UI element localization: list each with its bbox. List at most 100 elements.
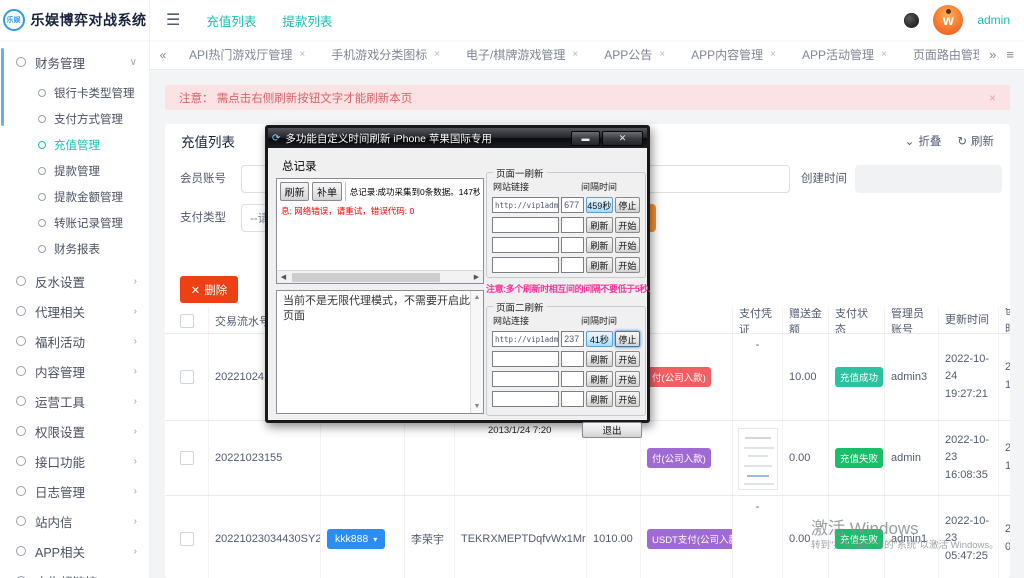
sidebar-group[interactable]: 代理相关 › (0, 296, 149, 326)
start-stop-button[interactable]: 开始 (615, 257, 640, 273)
sidebar-item[interactable]: 支付方式管理 (0, 106, 149, 132)
tab[interactable]: APP公告 × (591, 40, 678, 69)
interval-input[interactable] (561, 237, 584, 253)
voucher-thumbnail[interactable] (738, 428, 778, 490)
refresh-button[interactable]: ↻刷新 (957, 133, 994, 149)
url-input[interactable] (492, 391, 559, 407)
supplement-order-button[interactable]: 补单 (312, 182, 341, 201)
sidebar-item[interactable]: 充值管理 (0, 132, 149, 158)
interval-input[interactable] (561, 391, 584, 407)
tab[interactable]: APP活动管理 × (789, 40, 900, 69)
tab[interactable]: 页面路由管理 × (900, 40, 979, 69)
scrollbar-thumb[interactable] (292, 273, 440, 282)
countdown-refresh-button[interactable]: 刷新 (586, 217, 613, 233)
interval-input[interactable]: 237 (561, 331, 584, 347)
interval-input[interactable] (561, 371, 584, 387)
tab-close-icon[interactable]: × (659, 49, 665, 60)
sidebar-group[interactable]: 接口功能 › (0, 446, 149, 476)
start-stop-button[interactable]: 开始 (615, 217, 640, 233)
tab[interactable]: 手机游戏分类图标 × (318, 40, 453, 69)
row-checkbox[interactable] (180, 370, 194, 384)
sidebar-group[interactable]: 权限设置 › (0, 416, 149, 446)
avatar[interactable]: w (933, 5, 963, 35)
sidebar-item[interactable]: 提款金额管理 (0, 184, 149, 210)
sidebar-group[interactable]: 站内信 › (0, 506, 149, 536)
tab-close-icon[interactable]: × (434, 49, 440, 60)
scroll-right-icon[interactable]: ▶ (470, 271, 483, 283)
tab-close-icon[interactable]: × (299, 49, 305, 60)
url-input[interactable] (492, 351, 559, 367)
top-nav-link[interactable]: 提款列表 (282, 11, 332, 30)
sidebar-group[interactable]: 内容管理 › (0, 356, 149, 386)
menu-toggle-icon[interactable]: ☰ (166, 10, 180, 30)
tabs-scroll-right-icon[interactable]: » (989, 47, 996, 62)
start-stop-button[interactable]: 停止 (615, 331, 640, 347)
interval-input[interactable] (561, 217, 584, 233)
row-checkbox[interactable] (180, 451, 194, 465)
sidebar-group[interactable]: 福利活动 › (0, 326, 149, 356)
countdown-refresh-button[interactable]: 459秒 (586, 197, 613, 213)
created-range-input[interactable] (855, 165, 1002, 193)
countdown-refresh-button[interactable]: 刷新 (586, 257, 613, 273)
proxy-mode-textarea[interactable]: 当前不是无限代理模式，不需要开启此页面 ▲ ▼ (276, 290, 484, 414)
sidebar-group[interactable]: 运营工具 › (0, 386, 149, 416)
globe-icon[interactable] (904, 13, 919, 28)
tab[interactable]: APP内容管理 × (678, 40, 789, 69)
sidebar-scrollbar[interactable] (1, 48, 4, 126)
sidebar-group-finance[interactable]: 财务管理 ∨ (0, 46, 149, 78)
scroll-up-icon[interactable]: ▲ (474, 293, 481, 302)
exit-button[interactable]: 退出 (582, 422, 642, 438)
countdown-refresh-button[interactable]: 41秒 (586, 331, 613, 347)
start-stop-button[interactable]: 停止 (615, 197, 640, 213)
countdown-refresh-button[interactable]: 刷新 (586, 391, 613, 407)
tabs-scroll-left-icon[interactable]: « (150, 48, 176, 62)
sidebar-item[interactable]: 银行卡类型管理 (0, 80, 149, 106)
tab-close-icon[interactable]: × (572, 49, 578, 60)
tab-close-icon[interactable]: × (881, 49, 887, 60)
member-dropdown-button[interactable]: kkk888▾ (327, 529, 385, 549)
minimize-button[interactable]: ▬ (571, 131, 600, 146)
username[interactable]: admin (977, 13, 1010, 27)
countdown-refresh-button[interactable]: 刷新 (586, 351, 613, 367)
sidebar-item[interactable]: 提款管理 (0, 158, 149, 184)
top-nav-link[interactable]: 充值列表 (206, 11, 256, 30)
delete-button[interactable]: ✕删除 (180, 276, 238, 303)
sidebar-item[interactable]: 财务报表 (0, 236, 149, 262)
url-input[interactable] (492, 237, 559, 253)
start-stop-button[interactable]: 开始 (615, 391, 640, 407)
url-input[interactable]: http://vip1admin.586 (492, 197, 559, 213)
select-all-checkbox[interactable] (180, 314, 194, 328)
vertical-scrollbar[interactable]: ▲ ▼ (470, 291, 483, 413)
interval-input[interactable]: 677 (561, 197, 584, 213)
tab[interactable]: API热门游戏厅管理 × (176, 40, 318, 69)
start-stop-button[interactable]: 开始 (615, 237, 640, 253)
countdown-refresh-button[interactable]: 刷新 (586, 371, 613, 387)
url-input[interactable]: http://vip1admin.586 (492, 331, 559, 347)
start-stop-button[interactable]: 开始 (615, 351, 640, 367)
row-checkbox[interactable] (180, 532, 194, 546)
tab[interactable]: 电子/棋牌游戏管理 × (453, 40, 591, 69)
sidebar-group[interactable]: 反水设置 › (0, 266, 149, 296)
dialog-titlebar[interactable]: ⟳ 多功能自定义时间刷新 iPhone 苹果国际专用 ▬ ✕ (268, 128, 647, 148)
start-stop-button[interactable]: 开始 (615, 371, 640, 387)
tab-close-icon[interactable]: × (770, 49, 776, 60)
filter-input[interactable] (645, 165, 790, 193)
scroll-left-icon[interactable]: ◀ (277, 271, 290, 283)
url-input[interactable] (492, 217, 559, 233)
sidebar-group[interactable]: APP相关 › (0, 536, 149, 566)
horizontal-scrollbar[interactable]: ◀ ▶ (277, 270, 483, 283)
sidebar-item[interactable]: 转账记录管理 (0, 210, 149, 236)
interval-input[interactable] (561, 351, 584, 367)
url-input[interactable] (492, 257, 559, 273)
countdown-refresh-button[interactable]: 刷新 (586, 237, 613, 253)
sidebar-group[interactable]: 日志管理 › (0, 476, 149, 506)
dialog-refresh-button[interactable]: 刷新 (280, 182, 309, 201)
close-button[interactable]: ✕ (602, 131, 643, 146)
tabs-menu-icon[interactable]: ≡ (1006, 47, 1014, 62)
collapse-button[interactable]: ⌄折叠 (905, 133, 942, 149)
notice-close-icon[interactable]: × (989, 91, 996, 105)
scroll-down-icon[interactable]: ▼ (474, 402, 481, 411)
sidebar-group[interactable]: 广告超链接 › (0, 566, 149, 578)
interval-input[interactable] (561, 257, 584, 273)
url-input[interactable] (492, 371, 559, 387)
